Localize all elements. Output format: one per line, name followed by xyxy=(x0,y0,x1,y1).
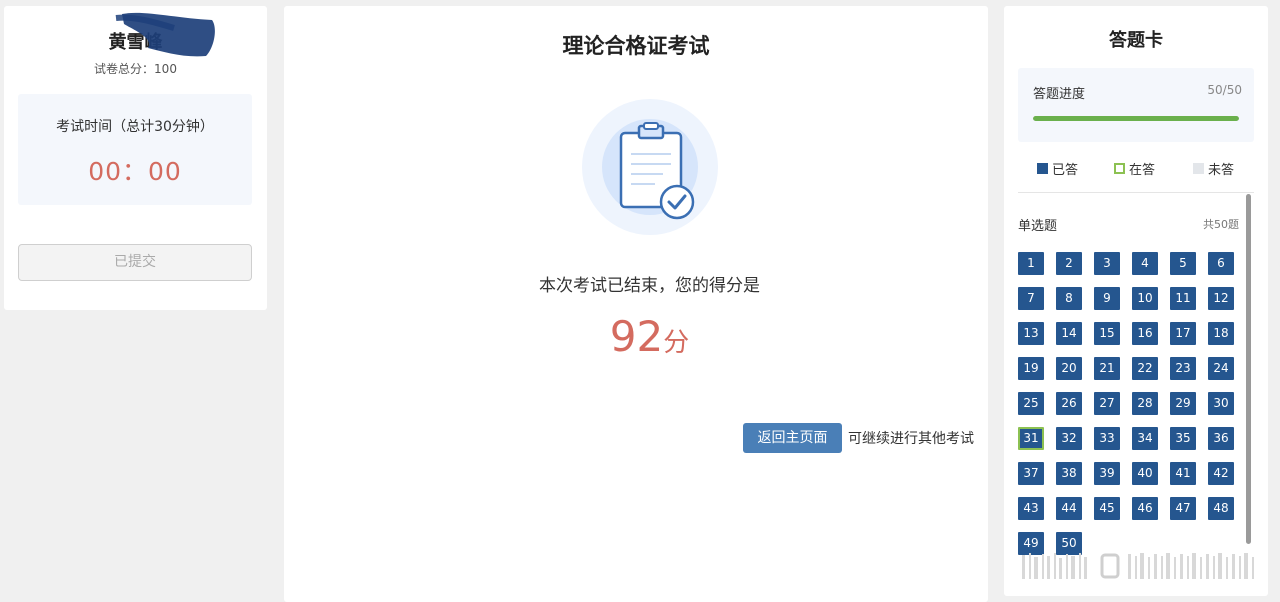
question-47[interactable]: 47 xyxy=(1170,497,1196,520)
question-23[interactable]: 23 xyxy=(1170,357,1196,380)
question-44[interactable]: 44 xyxy=(1056,497,1082,520)
question-2[interactable]: 2 xyxy=(1056,252,1082,275)
progress-label: 答题进度 xyxy=(1033,87,1086,102)
question-10[interactable]: 10 xyxy=(1132,287,1158,310)
question-39[interactable]: 39 xyxy=(1094,462,1120,485)
question-32[interactable]: 32 xyxy=(1056,427,1082,450)
question-27[interactable]: 27 xyxy=(1094,392,1120,415)
progress-count: 50/50 xyxy=(1207,83,1242,97)
question-40[interactable]: 40 xyxy=(1132,462,1158,485)
question-31[interactable]: 31 xyxy=(1018,427,1044,450)
continue-hint: 可继续进行其他考试 xyxy=(848,431,974,447)
question-48[interactable]: 48 xyxy=(1208,497,1234,520)
question-38[interactable]: 38 xyxy=(1056,462,1082,485)
question-9[interactable]: 9 xyxy=(1094,287,1120,310)
question-25[interactable]: 25 xyxy=(1018,392,1044,415)
current-swatch xyxy=(1114,163,1125,174)
legend-current: 在答 xyxy=(1114,159,1155,178)
candidate-panel: 黄雪峰 试卷总分：100 考试时间（总计30分钟） 00：00 已提交 xyxy=(4,6,267,310)
question-42[interactable]: 42 xyxy=(1208,462,1234,485)
question-41[interactable]: 41 xyxy=(1170,462,1196,485)
answer-card-title: 答题卡 xyxy=(1109,30,1163,51)
question-29[interactable]: 29 xyxy=(1170,392,1196,415)
question-15[interactable]: 15 xyxy=(1094,322,1120,345)
question-3[interactable]: 3 xyxy=(1094,252,1120,275)
question-19[interactable]: 19 xyxy=(1018,357,1044,380)
question-30[interactable]: 30 xyxy=(1208,392,1234,415)
question-33[interactable]: 33 xyxy=(1094,427,1120,450)
question-20[interactable]: 20 xyxy=(1056,357,1082,380)
question-28[interactable]: 28 xyxy=(1132,392,1158,415)
question-1[interactable]: 1 xyxy=(1018,252,1044,275)
question-5[interactable]: 5 xyxy=(1170,252,1196,275)
question-24[interactable]: 24 xyxy=(1208,357,1234,380)
scrollbar[interactable] xyxy=(1246,194,1251,544)
unanswered-swatch xyxy=(1193,163,1204,174)
answer-card-panel: 答题卡 答题进度 50/50 已答 在答 未答 单选题 共50题 1234567… xyxy=(1004,6,1268,596)
timer-value: 00：00 xyxy=(88,157,182,186)
question-14[interactable]: 14 xyxy=(1056,322,1082,345)
question-7[interactable]: 7 xyxy=(1018,287,1044,310)
legend-unanswered-label: 未答 xyxy=(1208,163,1235,178)
question-43[interactable]: 43 xyxy=(1018,497,1044,520)
question-16[interactable]: 16 xyxy=(1132,322,1158,345)
score-unit: 分 xyxy=(663,328,690,358)
question-45[interactable]: 45 xyxy=(1094,497,1120,520)
question-37[interactable]: 37 xyxy=(1018,462,1044,485)
legend-current-label: 在答 xyxy=(1129,163,1156,178)
question-22[interactable]: 22 xyxy=(1132,357,1158,380)
question-11[interactable]: 11 xyxy=(1170,287,1196,310)
question-34[interactable]: 34 xyxy=(1132,427,1158,450)
result-panel: 理论合格证考试 本次考试已结束，您的得分是 92分 返回主页面 可继续进行其他考… xyxy=(284,6,988,602)
watermark-barcode xyxy=(1022,553,1254,579)
answered-swatch xyxy=(1037,163,1048,174)
question-35[interactable]: 35 xyxy=(1170,427,1196,450)
question-46[interactable]: 46 xyxy=(1132,497,1158,520)
timer-label: 考试时间（总计30分钟） xyxy=(56,119,214,135)
score-display: 92分 xyxy=(284,312,1015,361)
section-name: 单选题 xyxy=(1018,219,1058,234)
question-8[interactable]: 8 xyxy=(1056,287,1082,310)
paper-total-score: 试卷总分：100 xyxy=(94,62,177,76)
clipboard-check-icon xyxy=(582,99,718,235)
score-value: 92 xyxy=(609,312,664,361)
question-12[interactable]: 12 xyxy=(1208,287,1234,310)
question-26[interactable]: 26 xyxy=(1056,392,1082,415)
question-6[interactable]: 6 xyxy=(1208,252,1234,275)
exam-title: 理论合格证考试 xyxy=(562,34,710,58)
progress-bar xyxy=(1033,116,1239,121)
divider xyxy=(1018,192,1254,193)
legend-answered: 已答 xyxy=(1037,159,1078,178)
question-13[interactable]: 13 xyxy=(1018,322,1044,345)
result-message: 本次考试已结束，您的得分是 xyxy=(539,276,760,296)
question-36[interactable]: 36 xyxy=(1208,427,1234,450)
legend-unanswered: 未答 xyxy=(1193,159,1234,178)
question-21[interactable]: 21 xyxy=(1094,357,1120,380)
timer-box: 考试时间（总计30分钟） 00：00 xyxy=(18,94,252,205)
return-home-button[interactable]: 返回主页面 xyxy=(743,423,842,453)
section-count: 共50题 xyxy=(1203,218,1239,231)
submitted-button[interactable]: 已提交 xyxy=(18,244,252,281)
progress-box: 答题进度 50/50 xyxy=(1018,68,1254,142)
redaction-scribble xyxy=(115,12,215,57)
question-4[interactable]: 4 xyxy=(1132,252,1158,275)
legend-answered-label: 已答 xyxy=(1052,163,1079,178)
question-18[interactable]: 18 xyxy=(1208,322,1234,345)
progress-bar-fill xyxy=(1033,116,1239,121)
question-17[interactable]: 17 xyxy=(1170,322,1196,345)
